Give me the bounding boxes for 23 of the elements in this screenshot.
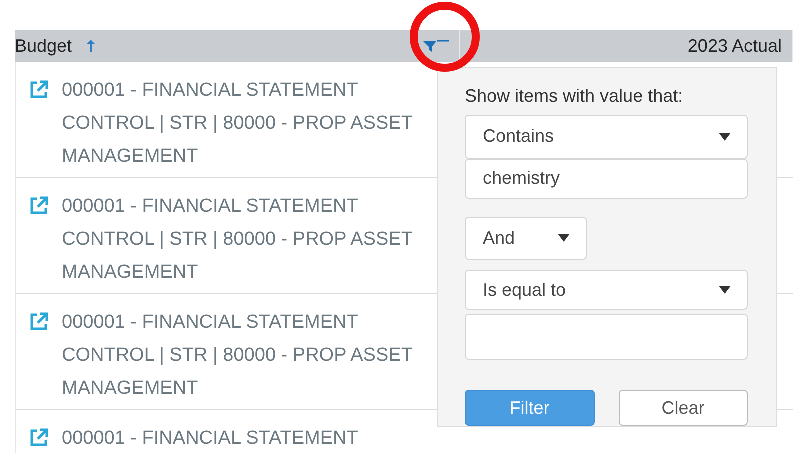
filter-value-field[interactable] (465, 314, 748, 360)
filter-label: Show items with value that: (465, 86, 684, 107)
column-header[interactable]: Budget (15, 36, 72, 56)
clear-button[interactable]: Clear (618, 390, 748, 426)
operator-dropdown[interactable]: Contains (465, 115, 748, 159)
external-link-icon[interactable] (29, 80, 49, 100)
external-link-icon[interactable] (29, 428, 49, 448)
sort-arrow-icon[interactable] (86, 39, 96, 53)
column-header[interactable]: 2023 Actual (688, 36, 782, 56)
operator-dropdown[interactable]: Is equal to (465, 270, 748, 310)
highlight-circle (410, 2, 480, 72)
external-link-icon[interactable] (29, 312, 49, 332)
caret-icon (719, 286, 731, 294)
caret-icon (719, 132, 731, 141)
filter-icon[interactable] (423, 40, 449, 52)
external-link-icon[interactable] (29, 196, 49, 216)
account-name: 000001 - FINANCIAL STATEMENT (62, 427, 358, 451)
account-name: 000001 - FINANCIAL STATEMENT CONTROL | STR | 80000 - PROP ASSET MANAGEMENT (62, 311, 413, 401)
account-name: 000001 - FINANCIAL STATEMENT CONTROL | STR | 80000 - PROP ASSET MANAGEMENT (62, 79, 413, 169)
caret-icon (558, 234, 570, 242)
account-name: 000001 - FINANCIAL STATEMENT CONTROL | STR | 80000 - PROP ASSET MANAGEMENT (62, 195, 413, 285)
filter-value-field[interactable]: chemistry (465, 158, 748, 199)
logic-dropdown[interactable]: And (465, 216, 587, 260)
